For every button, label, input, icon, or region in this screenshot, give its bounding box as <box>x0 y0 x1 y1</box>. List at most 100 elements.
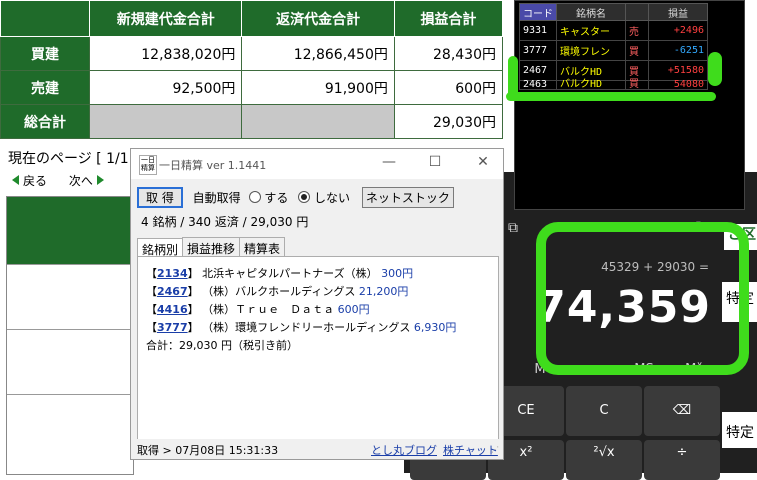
prev-label: 戻る <box>23 174 48 188</box>
cell-pl: 28,430円 <box>393 36 504 71</box>
summary-table: 新規建代金合計 返済代金合計 損益合計 買建 12,838,020円 12,86… <box>0 0 504 140</box>
cell-new: 12,838,020円 <box>88 36 243 71</box>
stock-amount: 21,200円 <box>358 285 409 298</box>
next-label: 次へ <box>68 174 93 188</box>
stock-amount: 600円 <box>337 303 370 316</box>
cell-pl: 600円 <box>393 70 504 105</box>
app-icon: 一日 精算 <box>139 155 157 175</box>
divide-key[interactable]: ÷ <box>644 440 720 480</box>
chat-link[interactable]: 株チャット <box>443 442 498 458</box>
ticker-row[interactable]: 2463 バルクHD 買 54080 <box>519 80 708 90</box>
page-indicator: 現在のページ [ 1/1 ] <box>8 151 139 167</box>
keep-on-top-icon[interactable]: ⧉ <box>508 220 518 236</box>
summary-header-new: 新規建代金合計 <box>88 0 243 37</box>
resize-grip-icon[interactable]: ⋰ <box>491 445 499 454</box>
cell-new: 92,500円 <box>88 70 243 105</box>
cell-new <box>88 104 243 139</box>
next-link[interactable]: 次へ <box>69 174 104 188</box>
radio-label: しない <box>314 191 351 205</box>
app-window: 一日 精算 一日精算 ver 1.1441 — ☐ ✕ 取 得 自動取得 する … <box>130 148 504 460</box>
netstock-button[interactable]: ネットストック <box>361 187 454 208</box>
highlight-mark <box>708 52 722 86</box>
stock-list-panel: 【2134】 北浜キャピタルパートナーズ（株） 300円 【2467】 （株）バ… <box>137 256 499 440</box>
ticker-pl: -6251 <box>648 40 708 61</box>
summary-header-pl: 損益合計 <box>393 0 504 37</box>
background-table-cell <box>7 264 133 329</box>
toolbar: 取 得 自動取得 する しない ネットストック <box>137 187 454 208</box>
row-label: 売建 <box>0 70 90 105</box>
background-table-cell <box>7 394 133 459</box>
status-bar: 取得 > 07月08日 15:31:33 とし丸ブログ 株チャット ⋰ <box>131 439 503 459</box>
ticker-code: 9331 <box>519 20 557 41</box>
triangle-left-icon <box>12 175 19 185</box>
summary-row-sell: 売建 92,500円 91,900円 600円 <box>0 70 504 105</box>
stock-code-link[interactable]: 3777 <box>157 321 188 334</box>
ticker-name: 環境フレン <box>556 40 626 61</box>
radio-label: する <box>264 191 289 205</box>
clear-key[interactable]: C <box>566 386 642 436</box>
minimize-icon[interactable]: — <box>377 154 401 174</box>
ticker-pl: +51580 <box>648 60 708 81</box>
ticker-row[interactable]: 9331 キャスター 売 +2496 <box>519 20 708 41</box>
ticker-header-name: 銘柄名 <box>556 3 626 21</box>
row-label: 買建 <box>0 36 90 71</box>
ticker-pl: 54080 <box>648 80 708 90</box>
cell-repay <box>241 104 395 139</box>
close-icon[interactable]: ✕ <box>471 154 495 174</box>
stock-code-link[interactable]: 2467 <box>157 285 188 298</box>
ticker-side: 買 <box>625 80 649 90</box>
ticker-row[interactable]: 2467 バルクHD 買 +51580 <box>519 60 708 81</box>
fetch-timestamp: 取得 > 07月08日 15:31:33 <box>137 444 279 457</box>
background-table-cell <box>7 329 133 394</box>
stock-ticker-window: コード 銘柄名 損益 9331 キャスター 売 +2496 3777 環境フレン… <box>514 0 745 210</box>
blog-link[interactable]: とし丸ブログ <box>371 442 437 458</box>
stock-name: （株）環境フレンドリーホールディングス <box>202 321 411 334</box>
ticker-code: 2463 <box>519 80 557 90</box>
ticker-pl: +2496 <box>648 20 708 41</box>
summary-row-buy: 買建 12,838,020円 12,866,450円 28,430円 <box>0 36 504 71</box>
total-line: 合計：29,030 円（税引き前） <box>146 339 298 352</box>
ticker-side: 買 <box>625 40 649 61</box>
ticker-name: バルクHD <box>556 60 626 81</box>
stock-amount: 6,930円 <box>413 321 457 334</box>
ticker-code: 3777 <box>519 40 557 61</box>
title-bar[interactable]: 一日 精算 一日精算 ver 1.1441 — ☐ ✕ <box>131 149 503 179</box>
list-item: 【2134】 北浜キャピタルパートナーズ（株） 300円 <box>146 267 414 280</box>
row-label: 総合計 <box>0 104 90 139</box>
auto-fetch-off-radio[interactable]: しない <box>298 191 350 205</box>
ticker-row[interactable]: 3777 環境フレン 買 -6251 <box>519 40 708 61</box>
ticker-header-side <box>625 3 649 21</box>
ticker-code: 2467 <box>519 60 557 81</box>
pager: 戻る 次へ <box>12 172 104 189</box>
page-fragment: 特定 <box>722 412 757 448</box>
summary-header-repay: 返済代金合計 <box>241 0 395 37</box>
radio-on-icon <box>298 191 311 203</box>
stock-code-link[interactable]: 2134 <box>157 267 188 280</box>
sqrt-key[interactable]: ²√x <box>566 440 642 480</box>
highlight-mark <box>506 92 716 101</box>
auto-fetch-on-radio[interactable]: する <box>248 191 289 205</box>
ticker-side: 買 <box>625 60 649 81</box>
radio-off-icon <box>248 191 261 203</box>
window-title: 一日精算 ver 1.1441 <box>159 159 267 172</box>
list-item: 【4416】 （株）Ｔｒｕｅ Ｄａｔａ 600円 <box>146 303 370 316</box>
triangle-right-icon <box>96 175 104 185</box>
app-icon-text: 一日 精算 <box>141 156 155 172</box>
summary-row-total: 総合計 29,030円 <box>0 104 504 139</box>
ticker-side: 売 <box>625 20 649 41</box>
prev-link[interactable]: 戻る <box>12 174 47 188</box>
ticker-name: バルクHD <box>556 80 626 90</box>
summary-header-blank <box>0 0 90 37</box>
backspace-key[interactable]: ⌫ <box>644 386 720 436</box>
cell-repay: 12,866,450円 <box>241 36 395 71</box>
maximize-icon[interactable]: ☐ <box>423 154 447 174</box>
cell-pl: 29,030円 <box>393 104 504 139</box>
stock-amount: 300円 <box>381 267 414 280</box>
stock-code-link[interactable]: 4416 <box>157 303 188 316</box>
summary-line: 4 銘柄 / 340 返済 / 29,030 円 <box>141 215 309 229</box>
stock-name: （株）バルクホールディングス <box>202 285 356 298</box>
ticker-header-code: コード <box>519 3 557 21</box>
highlight-mark <box>536 222 749 375</box>
stock-name: （株）Ｔｒｕｅ Ｄａｔａ <box>202 303 335 316</box>
fetch-button[interactable]: 取 得 <box>137 187 183 208</box>
